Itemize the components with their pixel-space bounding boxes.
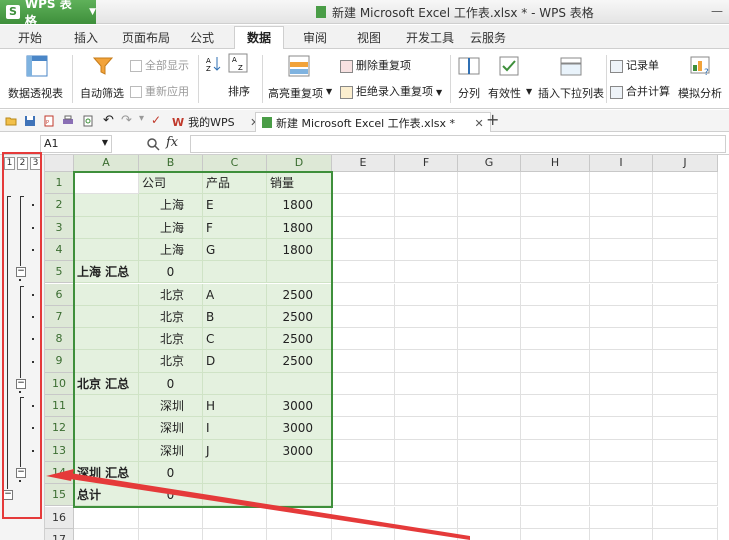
arrow-shaft — [70, 473, 470, 540]
arrow-head — [46, 469, 74, 481]
arrow-annotation — [46, 469, 470, 540]
